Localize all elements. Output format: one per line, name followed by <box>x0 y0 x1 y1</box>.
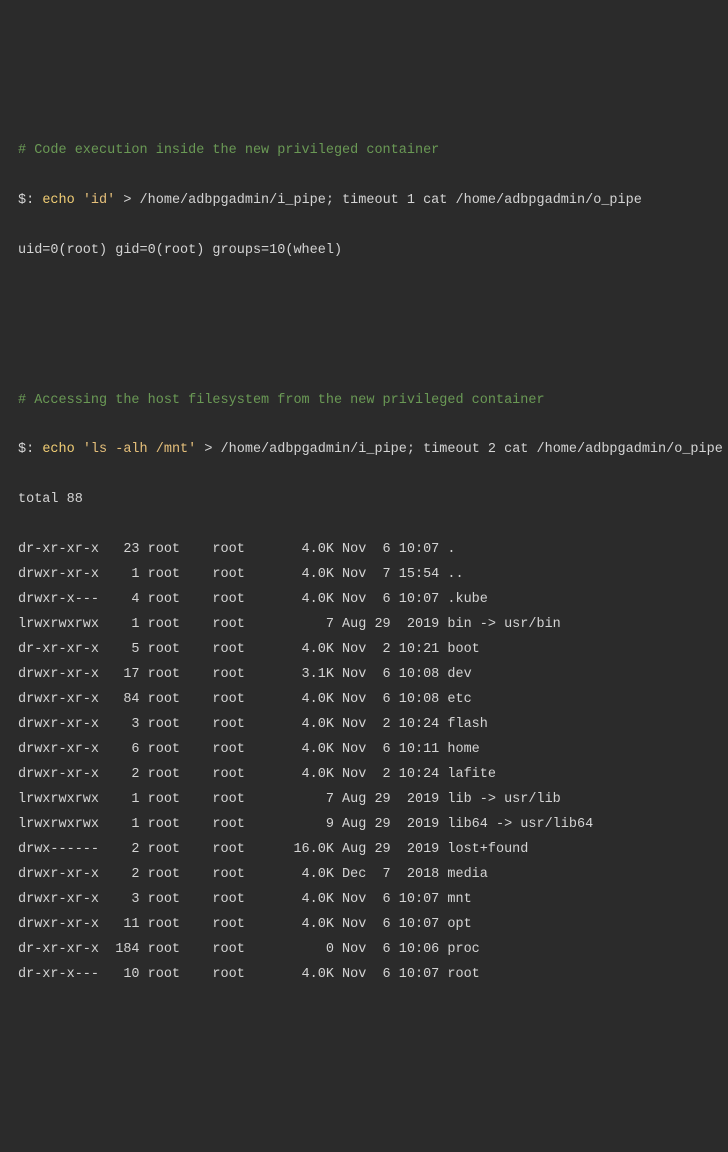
echo-cmd-2: echo <box>42 442 74 457</box>
command-line-1: $: echo 'id' > /home/adbpgadmin/i_pipe; … <box>18 189 710 214</box>
comment-line-2: # Accessing the host filesystem from the… <box>18 389 710 414</box>
ls-row: drwx------ 2 root root 16.0K Aug 29 2019… <box>18 838 710 863</box>
ls-row: lrwxrwxrwx 1 root root 7 Aug 29 2019 lib… <box>18 788 710 813</box>
blank-separator <box>18 314 710 339</box>
ls-row: drwxr-xr-x 3 root root 4.0K Nov 6 10:07 … <box>18 888 710 913</box>
cmd-rest-1: > /home/adbpgadmin/i_pipe; timeout 1 cat… <box>115 193 642 208</box>
prompt-1: $: <box>18 193 34 208</box>
ls-row: drwxr-xr-x 11 root root 4.0K Nov 6 10:07… <box>18 913 710 938</box>
ls-row: drwxr-xr-x 6 root root 4.0K Nov 6 10:11 … <box>18 738 710 763</box>
ls-row: lrwxrwxrwx 1 root root 9 Aug 29 2019 lib… <box>18 813 710 838</box>
ls-row: drwxr-xr-x 3 root root 4.0K Nov 2 10:24 … <box>18 713 710 738</box>
comment-line-1: # Code execution inside the new privileg… <box>18 139 710 164</box>
ls-row: drwxr-xr-x 1 root root 4.0K Nov 7 15:54 … <box>18 563 710 588</box>
ls-row: drwxr-xr-x 2 root root 4.0K Nov 2 10:24 … <box>18 763 710 788</box>
ls-row: dr-xr-xr-x 184 root root 0 Nov 6 10:06 p… <box>18 938 710 963</box>
output-line-1: uid=0(root) gid=0(root) groups=10(wheel) <box>18 239 710 264</box>
ls-listing: dr-xr-xr-x 23 root root 4.0K Nov 6 10:07… <box>18 538 710 987</box>
ls-row: drwxr-xr-x 2 root root 4.0K Dec 7 2018 m… <box>18 863 710 888</box>
ls-row: dr-xr-x--- 10 root root 4.0K Nov 6 10:07… <box>18 963 710 988</box>
code-block-2: # Accessing the host filesystem from the… <box>18 364 710 1013</box>
echo-arg-2: 'ls -alh /mnt' <box>83 442 196 457</box>
ls-row: drwxr-xr-x 17 root root 3.1K Nov 6 10:08… <box>18 663 710 688</box>
code-block-1: # Code execution inside the new privileg… <box>18 114 710 289</box>
ls-total: total 88 <box>18 488 710 513</box>
ls-row: lrwxrwxrwx 1 root root 7 Aug 29 2019 bin… <box>18 613 710 638</box>
ls-row: dr-xr-xr-x 5 root root 4.0K Nov 2 10:21 … <box>18 638 710 663</box>
ls-row: drwxr-x--- 4 root root 4.0K Nov 6 10:07 … <box>18 588 710 613</box>
ls-row: drwxr-xr-x 84 root root 4.0K Nov 6 10:08… <box>18 688 710 713</box>
command-line-2: $: echo 'ls -alh /mnt' > /home/adbpgadmi… <box>18 438 710 463</box>
echo-cmd-1: echo <box>42 193 74 208</box>
prompt-2: $: <box>18 442 34 457</box>
ls-row: dr-xr-xr-x 23 root root 4.0K Nov 6 10:07… <box>18 538 710 563</box>
echo-arg-1: 'id' <box>83 193 115 208</box>
cmd-rest-2: > /home/adbpgadmin/i_pipe; timeout 2 cat… <box>196 442 723 457</box>
